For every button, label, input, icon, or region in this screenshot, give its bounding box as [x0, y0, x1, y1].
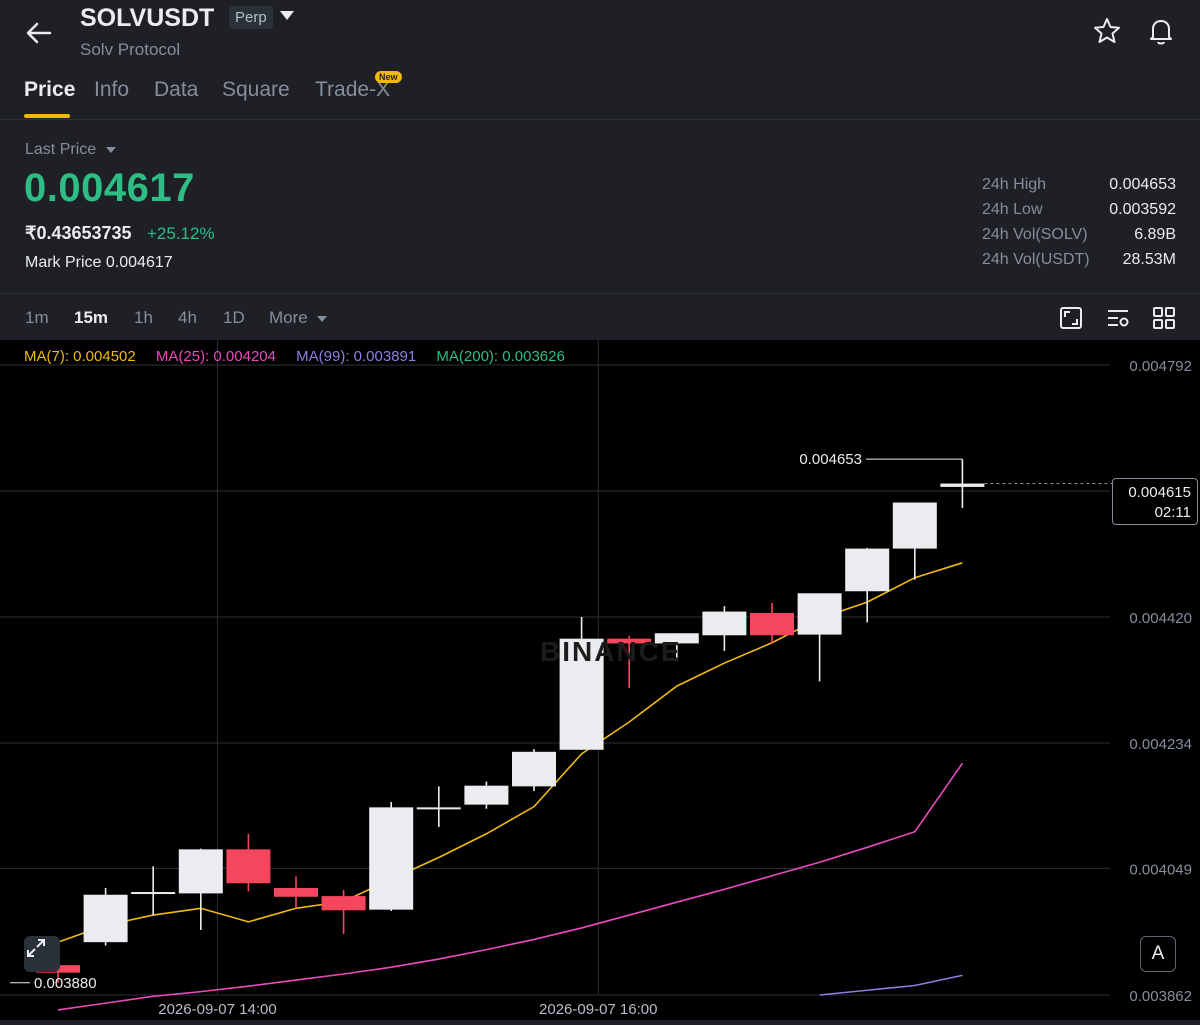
candle-countdown: 02:11: [1154, 504, 1191, 521]
chart-settings-button[interactable]: [1106, 306, 1130, 330]
candlestick-chart[interactable]: 0.004792 0.004420 0.004234 0.004049 0.003862…: [0, 340, 1200, 1020]
stat-label: 24h Vol(SOLV): [982, 226, 1088, 243]
interval-1m[interactable]: 1m: [25, 308, 49, 328]
candle-body: [226, 849, 271, 884]
arrow-left-icon: [26, 22, 52, 44]
interval-1h[interactable]: 1h: [134, 308, 153, 328]
y-tick-label: 0.004420: [1129, 610, 1192, 627]
last-price: 0.004617: [24, 166, 195, 210]
alert-button[interactable]: [1144, 14, 1178, 48]
watermark: BINANCE: [540, 636, 682, 667]
inr-price: ₹0.43653735: [25, 223, 132, 243]
candle-body: [369, 807, 414, 910]
tab-price[interactable]: Price: [24, 78, 75, 102]
candle-body: [702, 611, 747, 636]
indicator-settings-icon: [1108, 310, 1129, 327]
bottom-bar: [0, 1020, 1200, 1025]
symbol-title[interactable]: SOLVUSDT: [80, 4, 214, 33]
bell-icon: [1150, 20, 1172, 45]
chart-canvas: 0.004792 0.004420 0.004234 0.004049 0.003862…: [0, 340, 1192, 1018]
favorite-button[interactable]: [1090, 14, 1124, 48]
high-annotation: 0.004653: [799, 451, 862, 468]
symbol-dropdown-button[interactable]: [278, 9, 296, 25]
chart-layout-button[interactable]: [1152, 306, 1176, 330]
ma7-legend: MA(7): 0.004502: [24, 348, 136, 365]
screen-expand-icon: [1060, 307, 1082, 329]
candle-body: [892, 502, 937, 549]
stat-value: 6.89B: [1134, 226, 1176, 243]
interval-4h[interactable]: 4h: [178, 308, 197, 328]
last-price-selector[interactable]: Last Price: [25, 141, 117, 159]
mark-price-label: Mark Price: [25, 254, 102, 271]
active-tab-indicator: [24, 114, 70, 118]
tab-bar: Price Info Data Square Trade-X New: [0, 71, 1200, 120]
interval-more-label: More: [269, 308, 308, 327]
ma200-legend: MA(200): 0.003626: [436, 348, 565, 365]
star-icon: [1094, 18, 1120, 43]
new-badge: New: [375, 71, 402, 83]
tab-data[interactable]: Data: [154, 78, 198, 102]
current-price-value: 0.004615: [1128, 484, 1191, 501]
stat-label: 24h Low: [982, 201, 1043, 218]
candle-body: [131, 892, 176, 895]
candle-body: [178, 849, 223, 894]
y-tick-label: 0.004792: [1129, 358, 1192, 375]
ma25-legend: MA(25): 0.004204: [155, 348, 276, 365]
back-button[interactable]: [22, 16, 56, 50]
caret-down-icon: [105, 147, 116, 153]
y-tick-label: 0.004049: [1129, 861, 1192, 878]
stats-panel: 24h High 0.004653 24h Low 0.003592 24h V…: [982, 176, 1176, 276]
candle-body: [274, 887, 318, 897]
grid-icon: [1153, 307, 1175, 329]
header: SOLVUSDT Perp Solv Protocol Price Info D…: [0, 0, 1200, 120]
interval-more[interactable]: More: [269, 308, 328, 328]
ma99-legend: MA(99): 0.003891: [296, 348, 417, 365]
caret-down-icon: [317, 316, 328, 322]
candle-body: [321, 896, 366, 911]
stat-label: 24h High: [982, 176, 1047, 193]
current-price-label: 0.004615 02:11: [1112, 478, 1198, 525]
mark-price-value: 0.004617: [105, 254, 173, 271]
candle-body: [512, 751, 556, 787]
stat-24h-high: 24h High 0.004653: [982, 176, 1176, 201]
last-price-label: Last Price: [25, 141, 97, 158]
symbol-subname: Solv Protocol: [80, 40, 181, 59]
tab-info[interactable]: Info: [94, 78, 129, 102]
candle-body: [750, 612, 794, 636]
expand-chart-button[interactable]: [24, 936, 60, 972]
auto-scale-button[interactable]: A: [1140, 936, 1176, 972]
stat-24h-vol-usdt: 24h Vol(USDT) 28.53M: [982, 251, 1176, 276]
expand-arrows-icon: [27, 939, 45, 957]
perp-badge: Perp: [229, 6, 273, 29]
ma-legend: MA(7): 0.004502 MA(25): 0.004204 MA(99):…: [24, 348, 581, 365]
y-tick-label: 0.004234: [1129, 736, 1192, 753]
tab-square[interactable]: Square: [222, 78, 290, 102]
candle-body: [797, 593, 842, 635]
low-annotation: 0.003880: [34, 975, 97, 992]
stat-value: 0.003592: [1109, 201, 1176, 218]
price-change-percent: +25.12%: [147, 224, 215, 243]
x-tick-label: 2026-09-07 16:00: [539, 1001, 657, 1018]
mark-price-row: Mark Price 0.004617: [25, 254, 173, 272]
interval-15m[interactable]: 15m: [74, 308, 108, 328]
ma99-line: [819, 974, 963, 996]
x-tick-label: 2026-09-07 14:00: [158, 1001, 276, 1018]
stat-label: 24h Vol(USDT): [982, 251, 1090, 268]
candle-body: [83, 894, 128, 943]
stat-value: 0.004653: [1109, 176, 1176, 193]
candle-body: [940, 483, 985, 487]
candle-body: [416, 807, 461, 810]
interval-1d[interactable]: 1D: [223, 308, 245, 328]
stat-24h-low: 24h Low 0.003592: [982, 201, 1176, 226]
caret-down-icon: [280, 11, 294, 20]
candle-body: [464, 785, 509, 805]
stat-value: 28.53M: [1122, 251, 1176, 268]
interval-bar: 1m 15m 1h 4h 1D More: [0, 294, 1200, 340]
y-tick-label: 0.003862: [1129, 988, 1192, 1005]
stat-24h-vol-solv: 24h Vol(SOLV) 6.89B: [982, 226, 1176, 251]
chart-fullscreen-button[interactable]: [1059, 306, 1083, 330]
candle-body: [845, 548, 890, 592]
